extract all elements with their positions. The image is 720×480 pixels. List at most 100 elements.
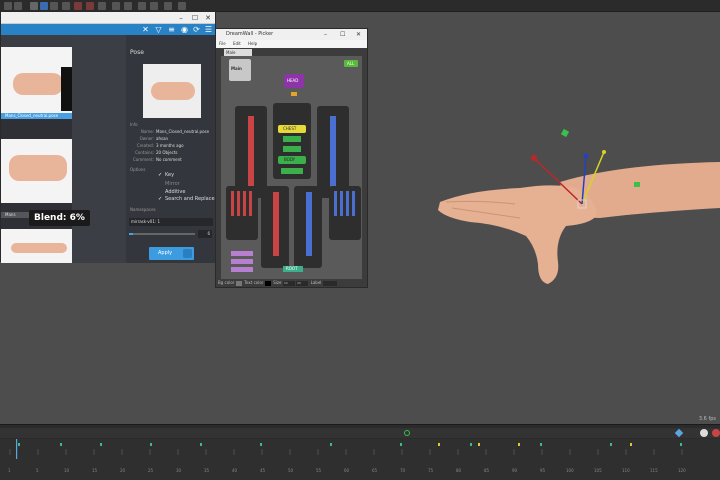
timeline[interactable]: 1 5 10 15 20 25 30 35 40 45 50 55 60 65 … xyxy=(0,424,720,480)
slider-fill xyxy=(129,233,133,235)
pose-toolbar: ✕ ▽ ≡ ◉ ⟳ ☰ xyxy=(1,24,215,35)
record-icon[interactable] xyxy=(712,429,720,437)
time-ruler[interactable]: 1 5 10 15 20 25 30 35 40 45 50 55 60 65 … xyxy=(0,439,720,480)
tool-icon[interactable] xyxy=(138,2,146,10)
tool-icon[interactable] xyxy=(164,2,172,10)
picker-window: DreamWall - Picker – ☐ ✕ File Edit Help … xyxy=(215,28,368,288)
all-button-label[interactable]: ALL xyxy=(347,61,354,66)
tick-label: 90 xyxy=(512,468,518,473)
tick-label: 15 xyxy=(92,468,98,473)
keyframe-icon[interactable] xyxy=(404,430,410,436)
close-icon[interactable]: ✕ xyxy=(141,25,150,34)
pose-library-window: – ☐ ✕ ✕ ▽ ≡ ◉ ⟳ ☰ Mans_Closed_neutral.po… xyxy=(0,11,216,263)
pose-thumbnail[interactable] xyxy=(1,47,72,113)
tool-icon[interactable] xyxy=(40,2,48,10)
tick-label: 65 xyxy=(372,468,378,473)
tab-male[interactable]: Male xyxy=(224,49,252,56)
picker-canvas[interactable]: Main ALL HEAD CHEST BODY ROOT xyxy=(221,56,362,279)
maximize-icon[interactable]: ☐ xyxy=(340,29,345,40)
snap-icon[interactable] xyxy=(700,429,708,437)
fps-readout: 3.6 fps xyxy=(698,416,716,422)
close-icon[interactable]: ✕ xyxy=(204,14,212,22)
picker-rig-diagram xyxy=(226,59,361,272)
tool-icon[interactable] xyxy=(112,2,120,10)
timeline-toolbar xyxy=(0,428,720,438)
info-section-header[interactable]: Info xyxy=(130,122,138,127)
tool-icon[interactable] xyxy=(98,2,106,10)
tick-label: 110 xyxy=(622,468,630,473)
apply-button[interactable]: Apply xyxy=(149,247,194,260)
tool-icon[interactable] xyxy=(14,2,22,10)
hand-thumbnail-shape xyxy=(13,73,63,95)
bg-color-swatch[interactable] xyxy=(235,280,242,286)
settings-icon[interactable]: ≡ xyxy=(167,25,176,34)
namespace-section-header[interactable]: Namespaces xyxy=(130,207,156,212)
head-button-label[interactable]: HEAD xyxy=(287,78,298,83)
menu-file[interactable]: File xyxy=(219,41,226,46)
minimize-icon[interactable]: – xyxy=(324,29,327,40)
tool-icon[interactable] xyxy=(150,2,158,10)
filter-icon[interactable]: ▽ xyxy=(154,25,163,34)
menu-icon[interactable]: ☰ xyxy=(204,25,213,34)
tool-icon[interactable] xyxy=(86,2,94,10)
blend-tooltip: Blend: 6% xyxy=(29,210,90,226)
menu-help[interactable]: Help xyxy=(248,41,257,46)
label-field[interactable] xyxy=(322,280,337,286)
tick-label: 35 xyxy=(204,468,210,473)
apply-options-icon[interactable] xyxy=(183,249,192,258)
option-additive[interactable]: Additive xyxy=(158,188,185,195)
blend-slider-value[interactable]: 6 xyxy=(198,230,212,238)
menu-edit[interactable]: Edit xyxy=(233,41,241,46)
option-mirror[interactable]: Mirror xyxy=(158,180,180,187)
picker-menubar: File Edit Help xyxy=(216,40,367,48)
option-search-replace[interactable]: ✓ Search and Replace xyxy=(158,196,215,202)
panel-title: Pose xyxy=(130,49,144,56)
thumbnail-list[interactable]: Mans_Closed_neutral.pose Mans xyxy=(1,47,72,263)
size-label: Size xyxy=(273,280,282,285)
thumb-label[interactable]: Mans_Closed_neutral.pose xyxy=(1,113,72,119)
picker-title: DreamWall - Picker xyxy=(226,31,274,37)
body-button-label[interactable]: BODY xyxy=(284,157,295,162)
tool-icon[interactable] xyxy=(30,2,38,10)
minimize-icon[interactable]: – xyxy=(177,14,185,22)
pose-preview-image xyxy=(143,64,201,118)
hand-thumbnail-shape xyxy=(9,155,67,181)
tool-icon[interactable] xyxy=(124,2,132,10)
tick-label: 40 xyxy=(232,468,238,473)
tool-icon[interactable] xyxy=(62,2,70,10)
picker-titlebar[interactable]: DreamWall - Picker – ☐ ✕ xyxy=(216,29,367,40)
pose-thumbnail[interactable] xyxy=(1,229,72,263)
close-icon[interactable]: ✕ xyxy=(356,29,361,40)
pose-window-titlebar[interactable]: – ☐ ✕ xyxy=(1,12,215,24)
tick-label: 5 xyxy=(36,468,39,473)
tool-icon[interactable] xyxy=(50,2,58,10)
text-color-swatch[interactable] xyxy=(264,280,271,286)
check-icon: ✓ xyxy=(158,172,163,178)
main-button-label[interactable]: Main xyxy=(231,66,242,71)
tick-label: 45 xyxy=(260,468,266,473)
blend-slider[interactable] xyxy=(129,233,195,235)
size-width-field[interactable]: 30 xyxy=(282,280,295,286)
tick-label: 105 xyxy=(594,468,602,473)
tick-label: 30 xyxy=(176,468,182,473)
tick-label: 70 xyxy=(400,468,406,473)
tick-label: 75 xyxy=(428,468,434,473)
chest-button-label[interactable]: CHEST xyxy=(283,126,296,131)
tool-icon[interactable] xyxy=(178,2,186,10)
pose-thumbnail[interactable] xyxy=(1,139,72,203)
option-key[interactable]: ✓ Key xyxy=(158,172,174,178)
tool-icon[interactable] xyxy=(74,2,82,10)
key-diamond-icon[interactable] xyxy=(674,428,684,438)
tick-label: 10 xyxy=(64,468,70,473)
eye-icon[interactable]: ◉ xyxy=(180,25,189,34)
tool-icon[interactable] xyxy=(4,2,12,10)
size-height-field[interactable]: 20 xyxy=(296,280,309,286)
tick-label: 100 xyxy=(566,468,574,473)
root-button-label[interactable]: ROOT xyxy=(286,266,298,271)
refresh-icon[interactable]: ⟳ xyxy=(192,25,201,34)
namespace-dropdown[interactable]: mirrask-v01: 1 xyxy=(129,218,213,226)
maximize-icon[interactable]: ☐ xyxy=(191,14,199,22)
check-icon: ✓ xyxy=(158,196,163,202)
playhead xyxy=(16,439,18,459)
options-section-header[interactable]: Options xyxy=(130,167,145,172)
